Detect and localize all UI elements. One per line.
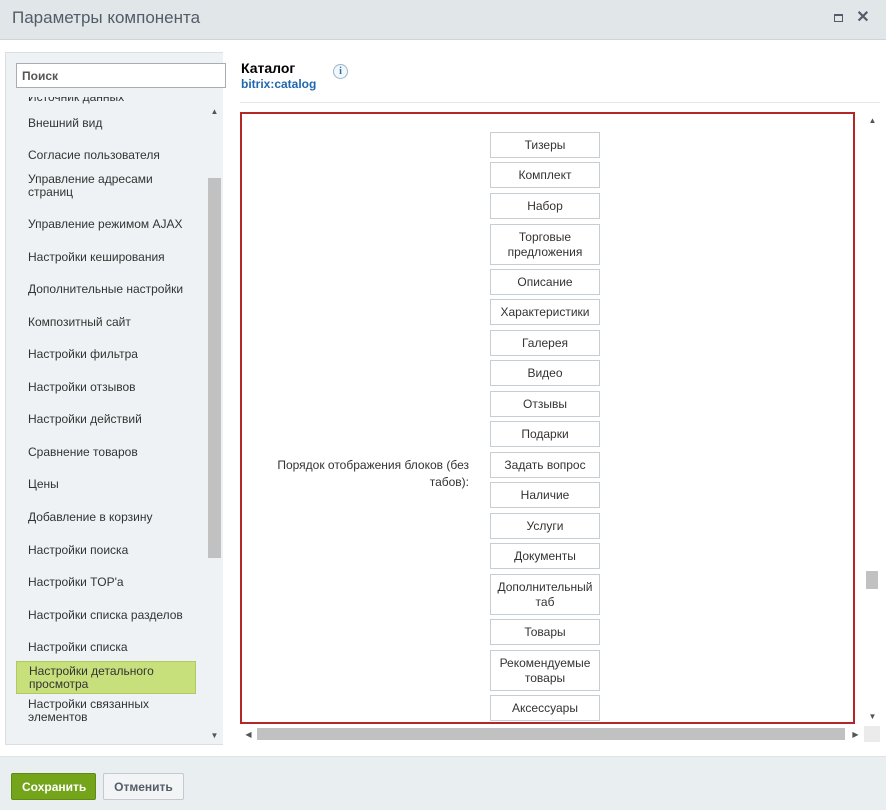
block-item[interactable]: Галерея [490, 330, 600, 356]
dialog-body: Источник данных Внешний вид Согласие пол… [0, 40, 886, 756]
property-label: Порядок отображения блоков (без табов): [277, 458, 469, 489]
block-item[interactable]: Рекомендуемые товары [490, 650, 600, 691]
cancel-button[interactable]: Отменить [103, 773, 184, 800]
sidebar-item-actions[interactable]: Настройки действий [16, 407, 196, 431]
sidebar-item-additional[interactable]: Дополнительные настройки [16, 277, 196, 301]
sidebar-item-filter[interactable]: Настройки фильтра [16, 342, 196, 366]
block-item[interactable]: Товары [490, 619, 600, 645]
sidebar-scrollbar-thumb[interactable] [208, 178, 221, 558]
sidebar: Источник данных Внешний вид Согласие пол… [5, 52, 226, 745]
block-item[interactable]: Комплект [490, 162, 600, 188]
sidebar-item-basket[interactable]: Добавление в корзину [16, 505, 196, 529]
sidebar-item-prices[interactable]: Цены [16, 472, 196, 496]
block-item[interactable]: Отзывы [490, 391, 600, 417]
sidebar-item-search[interactable]: Настройки поиска [16, 538, 196, 562]
block-item[interactable]: Тизеры [490, 132, 600, 158]
block-item[interactable]: Подарки [490, 421, 600, 447]
block-item[interactable]: Торговые предложения [490, 224, 600, 265]
horizontal-scrollbar[interactable]: ◀ ▶ [240, 726, 864, 742]
scroll-down-icon[interactable]: ▼ [208, 729, 221, 742]
block-item[interactable]: Наличие [490, 482, 600, 508]
block-item[interactable]: Документы [490, 543, 600, 569]
info-icon[interactable]: i [333, 64, 348, 79]
dialog-footer: Сохранить Отменить [0, 756, 886, 810]
block-item[interactable]: Услуги [490, 513, 600, 539]
scroll-left-icon[interactable]: ◀ [242, 728, 255, 741]
maximize-icon[interactable] [832, 11, 846, 25]
horizontal-scrollbar-thumb[interactable] [257, 728, 845, 740]
main-scrollbar[interactable]: ▲ ▼ [864, 114, 880, 726]
window-titlebar: Параметры компонента ✕ [0, 0, 886, 40]
save-button[interactable]: Сохранить [11, 773, 96, 800]
sidebar-item-caching[interactable]: Настройки кеширования [16, 245, 196, 269]
close-icon[interactable]: ✕ [856, 10, 870, 26]
component-id: bitrix:catalog [241, 77, 317, 91]
block-item[interactable]: Описание [490, 269, 600, 295]
block-item[interactable]: Задать вопрос [490, 452, 600, 478]
sidebar-item-url-management[interactable]: Управление адресами страниц [16, 171, 196, 201]
component-name: Каталог [241, 60, 296, 76]
block-item[interactable]: Дополнительный таб [490, 574, 600, 615]
block-item[interactable]: Видео [490, 360, 600, 386]
main-scrollbar-thumb[interactable] [866, 571, 878, 589]
sidebar-item-composite[interactable]: Композитный сайт [16, 310, 196, 334]
sidebar-item-list[interactable]: Настройки списка [16, 635, 196, 659]
block-item[interactable]: Аксессуары [490, 695, 600, 721]
window-title: Параметры компонента [12, 8, 201, 27]
sidebar-item-ajax-mode[interactable]: Управление режимом AJAX [16, 212, 196, 236]
sidebar-item-appearance[interactable]: Внешний вид [16, 111, 196, 135]
block-item[interactable]: Набор [490, 193, 600, 219]
scroll-right-icon[interactable]: ▶ [849, 728, 862, 741]
block-item[interactable]: Характеристики [490, 299, 600, 325]
sidebar-scrollbar[interactable]: ▲ ▼ [207, 105, 222, 745]
sidebar-list: Источник данных Внешний вид Согласие пол… [6, 97, 206, 744]
scrollbar-corner [864, 726, 880, 742]
sidebar-item-compare[interactable]: Сравнение товаров [16, 440, 196, 464]
sidebar-item-reviews[interactable]: Настройки отзывов [16, 375, 196, 399]
scroll-down-icon[interactable]: ▼ [866, 710, 879, 723]
header-divider [240, 102, 880, 103]
sidebar-item-detail-view[interactable]: Настройки детального просмотра [16, 661, 196, 694]
scroll-up-icon[interactable]: ▲ [208, 105, 221, 118]
scroll-up-icon[interactable]: ▲ [866, 114, 879, 127]
sidebar-item-user-consent[interactable]: Согласие пользователя [16, 143, 196, 167]
sidebar-item-data-source[interactable]: Источник данных [16, 97, 196, 107]
component-header: Каталог bitrix:catalog [241, 60, 316, 91]
search-input[interactable] [16, 63, 226, 88]
sidebar-item-section-list[interactable]: Настройки списка разделов [16, 603, 196, 627]
property-block-order: Порядок отображения блоков (без табов): … [240, 112, 855, 724]
sidebar-item-top[interactable]: Настройки TOP'а [16, 570, 196, 594]
sidebar-item-linked-elements[interactable]: Настройки связанных элементов [16, 696, 196, 726]
